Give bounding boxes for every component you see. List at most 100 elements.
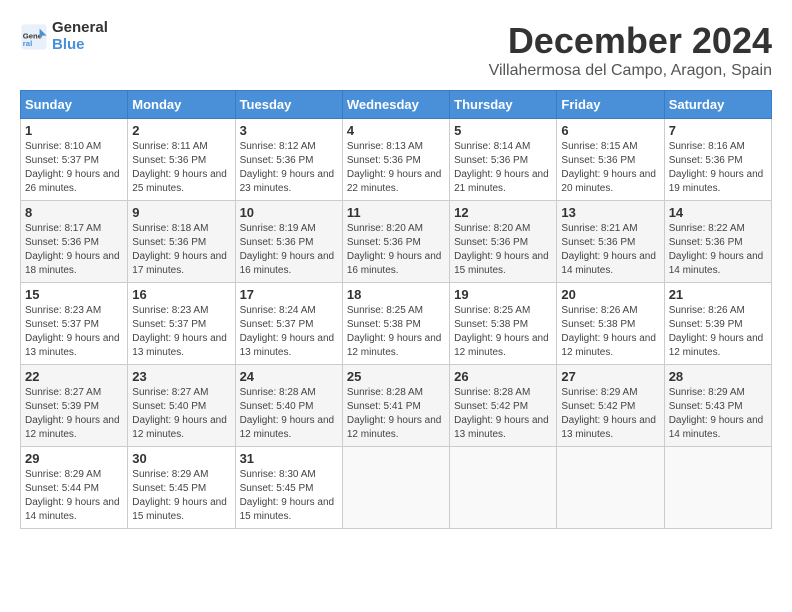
day-cell xyxy=(664,447,771,529)
header-saturday: Saturday xyxy=(664,91,771,119)
month-title: December 2024 xyxy=(489,20,772,62)
header-friday: Friday xyxy=(557,91,664,119)
day-info: Sunrise: 8:26 AM Sunset: 5:39 PM Dayligh… xyxy=(669,304,767,360)
day-number: 12 xyxy=(454,205,552,220)
day-cell: 14 Sunrise: 8:22 AM Sunset: 5:36 PM Dayl… xyxy=(664,201,771,283)
day-info: Sunrise: 8:20 AM Sunset: 5:36 PM Dayligh… xyxy=(454,222,552,278)
day-cell: 26 Sunrise: 8:28 AM Sunset: 5:42 PM Dayl… xyxy=(450,365,557,447)
day-info: Sunrise: 8:11 AM Sunset: 5:36 PM Dayligh… xyxy=(132,140,230,196)
day-number: 17 xyxy=(240,287,338,302)
week-row-2: 8 Sunrise: 8:17 AM Sunset: 5:36 PM Dayli… xyxy=(21,201,772,283)
day-cell: 15 Sunrise: 8:23 AM Sunset: 5:37 PM Dayl… xyxy=(21,283,128,365)
day-info: Sunrise: 8:17 AM Sunset: 5:36 PM Dayligh… xyxy=(25,222,123,278)
day-cell: 4 Sunrise: 8:13 AM Sunset: 5:36 PM Dayli… xyxy=(342,119,449,201)
day-cell: 21 Sunrise: 8:26 AM Sunset: 5:39 PM Dayl… xyxy=(664,283,771,365)
page-header: Gene ral General Blue December 2024 Vill… xyxy=(20,20,772,80)
day-info: Sunrise: 8:13 AM Sunset: 5:36 PM Dayligh… xyxy=(347,140,445,196)
day-info: Sunrise: 8:24 AM Sunset: 5:37 PM Dayligh… xyxy=(240,304,338,360)
day-cell: 2 Sunrise: 8:11 AM Sunset: 5:36 PM Dayli… xyxy=(128,119,235,201)
day-number: 5 xyxy=(454,123,552,138)
calendar-header-row: SundayMondayTuesdayWednesdayThursdayFrid… xyxy=(21,91,772,119)
header-tuesday: Tuesday xyxy=(235,91,342,119)
day-cell: 12 Sunrise: 8:20 AM Sunset: 5:36 PM Dayl… xyxy=(450,201,557,283)
day-number: 24 xyxy=(240,369,338,384)
week-row-4: 22 Sunrise: 8:27 AM Sunset: 5:39 PM Dayl… xyxy=(21,365,772,447)
day-info: Sunrise: 8:25 AM Sunset: 5:38 PM Dayligh… xyxy=(454,304,552,360)
day-info: Sunrise: 8:10 AM Sunset: 5:37 PM Dayligh… xyxy=(25,140,123,196)
day-info: Sunrise: 8:22 AM Sunset: 5:36 PM Dayligh… xyxy=(669,222,767,278)
day-info: Sunrise: 8:29 AM Sunset: 5:43 PM Dayligh… xyxy=(669,386,767,442)
day-cell: 27 Sunrise: 8:29 AM Sunset: 5:42 PM Dayl… xyxy=(557,365,664,447)
day-cell: 9 Sunrise: 8:18 AM Sunset: 5:36 PM Dayli… xyxy=(128,201,235,283)
day-number: 13 xyxy=(561,205,659,220)
logo-icon: Gene ral xyxy=(20,23,48,51)
day-number: 21 xyxy=(669,287,767,302)
day-cell: 31 Sunrise: 8:30 AM Sunset: 5:45 PM Dayl… xyxy=(235,447,342,529)
day-cell: 28 Sunrise: 8:29 AM Sunset: 5:43 PM Dayl… xyxy=(664,365,771,447)
day-info: Sunrise: 8:29 AM Sunset: 5:42 PM Dayligh… xyxy=(561,386,659,442)
day-cell: 20 Sunrise: 8:26 AM Sunset: 5:38 PM Dayl… xyxy=(557,283,664,365)
day-number: 23 xyxy=(132,369,230,384)
calendar-body: 1 Sunrise: 8:10 AM Sunset: 5:37 PM Dayli… xyxy=(21,119,772,529)
day-cell: 22 Sunrise: 8:27 AM Sunset: 5:39 PM Dayl… xyxy=(21,365,128,447)
day-number: 7 xyxy=(669,123,767,138)
week-row-1: 1 Sunrise: 8:10 AM Sunset: 5:37 PM Dayli… xyxy=(21,119,772,201)
day-cell: 24 Sunrise: 8:28 AM Sunset: 5:40 PM Dayl… xyxy=(235,365,342,447)
day-info: Sunrise: 8:19 AM Sunset: 5:36 PM Dayligh… xyxy=(240,222,338,278)
day-number: 6 xyxy=(561,123,659,138)
day-cell: 3 Sunrise: 8:12 AM Sunset: 5:36 PM Dayli… xyxy=(235,119,342,201)
day-number: 2 xyxy=(132,123,230,138)
day-info: Sunrise: 8:14 AM Sunset: 5:36 PM Dayligh… xyxy=(454,140,552,196)
day-cell: 29 Sunrise: 8:29 AM Sunset: 5:44 PM Dayl… xyxy=(21,447,128,529)
svg-text:ral: ral xyxy=(23,39,32,48)
day-number: 4 xyxy=(347,123,445,138)
day-number: 9 xyxy=(132,205,230,220)
day-info: Sunrise: 8:26 AM Sunset: 5:38 PM Dayligh… xyxy=(561,304,659,360)
day-cell: 7 Sunrise: 8:16 AM Sunset: 5:36 PM Dayli… xyxy=(664,119,771,201)
day-number: 8 xyxy=(25,205,123,220)
day-number: 18 xyxy=(347,287,445,302)
day-number: 28 xyxy=(669,369,767,384)
day-cell: 13 Sunrise: 8:21 AM Sunset: 5:36 PM Dayl… xyxy=(557,201,664,283)
week-row-3: 15 Sunrise: 8:23 AM Sunset: 5:37 PM Dayl… xyxy=(21,283,772,365)
logo: Gene ral General Blue xyxy=(20,20,108,53)
day-number: 3 xyxy=(240,123,338,138)
week-row-5: 29 Sunrise: 8:29 AM Sunset: 5:44 PM Dayl… xyxy=(21,447,772,529)
day-info: Sunrise: 8:25 AM Sunset: 5:38 PM Dayligh… xyxy=(347,304,445,360)
day-cell: 23 Sunrise: 8:27 AM Sunset: 5:40 PM Dayl… xyxy=(128,365,235,447)
day-info: Sunrise: 8:15 AM Sunset: 5:36 PM Dayligh… xyxy=(561,140,659,196)
header-thursday: Thursday xyxy=(450,91,557,119)
logo-line1: General xyxy=(52,19,108,36)
day-cell: 6 Sunrise: 8:15 AM Sunset: 5:36 PM Dayli… xyxy=(557,119,664,201)
day-info: Sunrise: 8:27 AM Sunset: 5:40 PM Dayligh… xyxy=(132,386,230,442)
day-number: 16 xyxy=(132,287,230,302)
day-info: Sunrise: 8:18 AM Sunset: 5:36 PM Dayligh… xyxy=(132,222,230,278)
day-number: 15 xyxy=(25,287,123,302)
day-info: Sunrise: 8:27 AM Sunset: 5:39 PM Dayligh… xyxy=(25,386,123,442)
day-cell xyxy=(557,447,664,529)
day-number: 27 xyxy=(561,369,659,384)
day-info: Sunrise: 8:29 AM Sunset: 5:44 PM Dayligh… xyxy=(25,468,123,524)
day-info: Sunrise: 8:12 AM Sunset: 5:36 PM Dayligh… xyxy=(240,140,338,196)
day-cell xyxy=(342,447,449,529)
day-cell: 11 Sunrise: 8:20 AM Sunset: 5:36 PM Dayl… xyxy=(342,201,449,283)
day-number: 30 xyxy=(132,451,230,466)
day-number: 11 xyxy=(347,205,445,220)
day-cell: 16 Sunrise: 8:23 AM Sunset: 5:37 PM Dayl… xyxy=(128,283,235,365)
day-cell: 1 Sunrise: 8:10 AM Sunset: 5:37 PM Dayli… xyxy=(21,119,128,201)
day-cell: 18 Sunrise: 8:25 AM Sunset: 5:38 PM Dayl… xyxy=(342,283,449,365)
day-cell: 25 Sunrise: 8:28 AM Sunset: 5:41 PM Dayl… xyxy=(342,365,449,447)
day-info: Sunrise: 8:23 AM Sunset: 5:37 PM Dayligh… xyxy=(132,304,230,360)
day-cell xyxy=(450,447,557,529)
logo-line2: Blue xyxy=(52,36,85,53)
header-monday: Monday xyxy=(128,91,235,119)
day-cell: 10 Sunrise: 8:19 AM Sunset: 5:36 PM Dayl… xyxy=(235,201,342,283)
day-cell: 8 Sunrise: 8:17 AM Sunset: 5:36 PM Dayli… xyxy=(21,201,128,283)
day-info: Sunrise: 8:21 AM Sunset: 5:36 PM Dayligh… xyxy=(561,222,659,278)
day-info: Sunrise: 8:23 AM Sunset: 5:37 PM Dayligh… xyxy=(25,304,123,360)
location-title: Villahermosa del Campo, Aragon, Spain xyxy=(489,62,772,80)
day-info: Sunrise: 8:28 AM Sunset: 5:41 PM Dayligh… xyxy=(347,386,445,442)
day-info: Sunrise: 8:30 AM Sunset: 5:45 PM Dayligh… xyxy=(240,468,338,524)
day-number: 26 xyxy=(454,369,552,384)
day-cell: 19 Sunrise: 8:25 AM Sunset: 5:38 PM Dayl… xyxy=(450,283,557,365)
